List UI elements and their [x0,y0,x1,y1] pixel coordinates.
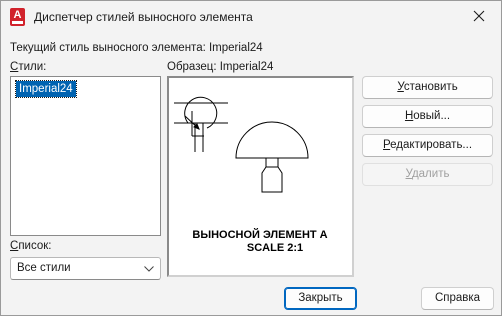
preview-label: Образец: Imperial24 [167,61,274,73]
detail-view-preview-graphic: ВЫНОСНОЙ ЭЛЕМЕНТ A SCALE 2:1 [174,96,328,254]
set-current-button[interactable]: Установить [362,76,493,99]
styles-listbox[interactable]: Imperial24 [10,76,161,236]
dialog-window: A Диспетчер стилей выносного элемента Те… [0,0,502,316]
preview-scale-label: SCALE 2:1 [247,242,303,254]
close-button[interactable]: Закрыть [284,287,357,310]
preview-panel: ВЫНОСНОЙ ЭЛЕМЕНТ A SCALE 2:1 [167,76,354,277]
styles-label: Стили: [10,61,47,73]
close-icon [473,10,485,22]
delete-button[interactable]: Удалить [362,163,493,186]
modify-button[interactable]: Редактировать... [362,134,493,157]
app-icon-strip [12,21,23,24]
list-filter-value: Все стили [17,262,71,274]
list-item[interactable]: Imperial24 [15,80,77,98]
preview-detail-label: ВЫНОСНОЙ ЭЛЕМЕНТ A [192,228,327,241]
current-style-label: Текущий стиль выносного элемента: Imperi… [10,42,263,54]
new-button[interactable]: Новый... [362,105,493,128]
autocad-app-icon: A [10,8,25,26]
close-window-button[interactable] [471,8,487,24]
chevron-down-icon [144,266,154,272]
help-button[interactable]: Справка [421,287,494,310]
window-title: Диспетчер стилей выносного элемента [34,10,253,24]
title-bar[interactable]: A Диспетчер стилей выносного элемента [1,1,501,33]
list-filter-select[interactable]: Все стили [10,257,161,280]
list-filter-label: Список: [10,240,52,252]
